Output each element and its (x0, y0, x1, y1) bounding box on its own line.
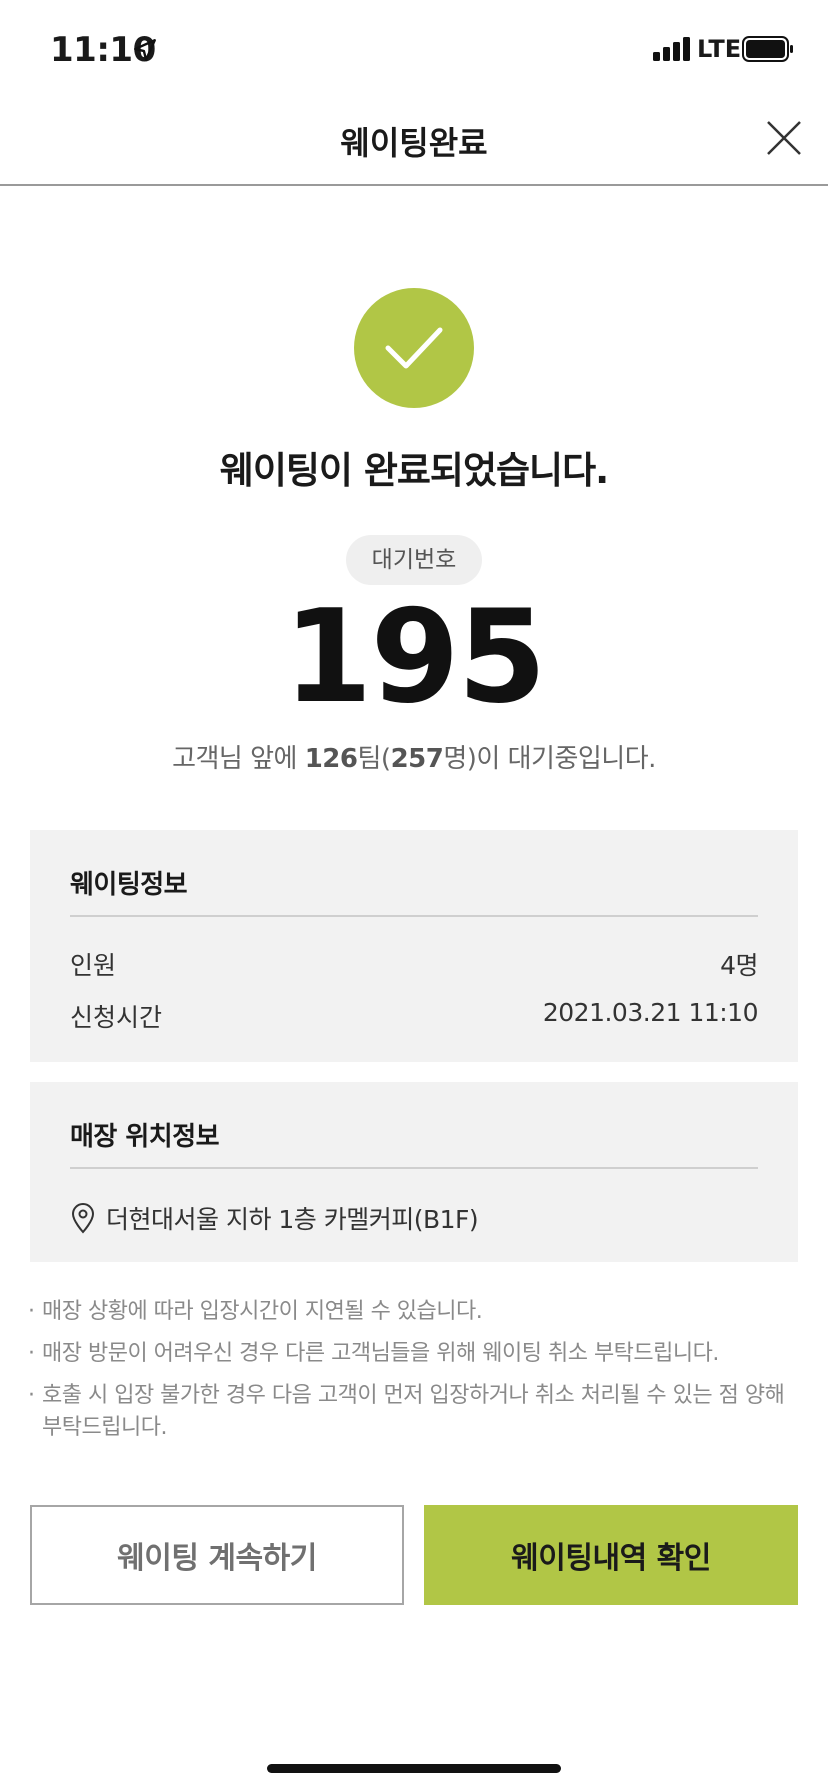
location-info-title: 매장 위치정보 (70, 1122, 220, 1152)
notice-item: 호출 시 입장 불가한 경우 다음 고객이 먼저 입장하거나 취소 처리될 수 … (28, 1380, 798, 1444)
notice-list: 매장 상황에 따라 입장시간이 지연될 수 있습니다. 매장 방문이 어려우신 … (28, 1296, 798, 1454)
waiting-info-panel: 웨이팅정보 인원 4명 신청시간 2021.03.21 11:10 (30, 830, 798, 1062)
status-bar: 11:10 LTE (0, 0, 828, 100)
divider (70, 1167, 758, 1169)
header: 웨이팅완료 (0, 100, 828, 186)
store-address: 더현대서울 지하 1층 카멜커피(B1F) (106, 1205, 479, 1234)
map-pin-icon (71, 1203, 95, 1234)
battery-icon (742, 36, 793, 62)
queue-number: 195 (283, 583, 546, 732)
home-indicator[interactable] (267, 1764, 561, 1773)
info-row-label: 인원 (70, 951, 117, 980)
teams-unit: 팀( (357, 744, 392, 774)
notice-item: 매장 상황에 따라 입장시간이 지연될 수 있습니다. (28, 1296, 798, 1328)
waiting-info-title: 웨이팅정보 (70, 870, 188, 900)
info-row-people: 인원 4명 (70, 946, 758, 982)
success-badge (354, 288, 474, 408)
location-arrow-icon (134, 39, 156, 61)
info-row-request-time: 신청시간 2021.03.21 11:10 (70, 998, 759, 1034)
people-count: 257 (390, 744, 444, 774)
info-row-label: 신청시간 (70, 1003, 163, 1032)
info-row-value: 4명 (720, 951, 758, 980)
page-title: 웨이팅완료 (340, 124, 488, 162)
check-icon (385, 327, 443, 369)
network-label: LTE (697, 35, 742, 63)
divider (70, 915, 758, 917)
queue-number-label: 대기번호 (346, 535, 482, 585)
location-info-panel: 매장 위치정보 더현대서울 지하 1층 카멜커피(B1F) (30, 1082, 798, 1262)
ahead-prefix: 고객님 앞에 (172, 744, 305, 774)
queue-ahead-text: 고객님 앞에 126팀(257명)이 대기중입니다. (0, 738, 828, 775)
teams-count: 126 (304, 744, 358, 774)
store-location: 더현대서울 지하 1층 카멜커피(B1F) (70, 1200, 479, 1236)
notice-item: 매장 방문이 어려우신 경우 다른 고객님들을 위해 웨이팅 취소 부탁드립니다… (28, 1338, 798, 1370)
waiting-history-button[interactable]: 웨이팅내역 확인 (424, 1505, 798, 1605)
info-row-value: 2021.03.21 11:10 (542, 998, 759, 1027)
signal-icon (653, 37, 690, 61)
ahead-suffix: 명)이 대기중입니다. (443, 744, 656, 774)
close-icon[interactable] (764, 118, 804, 158)
success-message: 웨이팅이 완료되었습니다. (219, 449, 609, 492)
continue-waiting-button[interactable]: 웨이팅 계속하기 (30, 1505, 404, 1605)
